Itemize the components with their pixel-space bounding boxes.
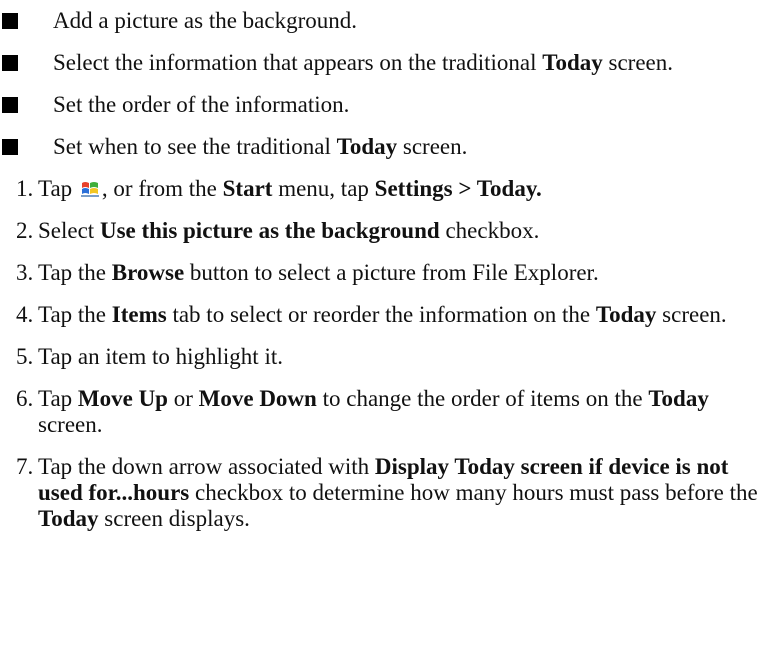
step-item: 5. Tap an item to highlight it. [0,344,775,370]
text-run: , or from the [101,176,223,201]
bullet-item: Set when to see the traditional Today sc… [0,134,775,160]
text-run: checkbox. [439,218,540,243]
bullet-item: Set the order of the information. [0,92,775,118]
bold-text: Today [542,50,603,75]
square-bullet-icon [2,55,18,71]
bold-text: Today [38,506,99,531]
step-text: Tap the Items tab to select or reorder t… [38,302,727,327]
step-number: 7. [16,454,34,479]
bullet-text: Select the information that appears on t… [53,50,673,75]
square-bullet-icon [2,97,18,113]
bullet-item: Add a picture as the background. [0,8,775,34]
text-run: or [167,386,199,411]
step-item: 4. Tap the Items tab to select or reorder… [0,302,775,328]
step-text: Tap Move Up or Move Down to change the o… [38,386,709,437]
text-run: button to select a picture from File Exp… [184,260,599,285]
step-item: 1. Tap , or from the Start menu, tap Sett… [0,176,775,202]
text-run: screen displays. [98,506,250,531]
text-run: Tap the [38,302,112,327]
step-item: 6. Tap Move Up or Move Down to change the… [0,386,775,438]
step-text: Tap , or from the Start menu, tap Settin… [38,176,542,201]
document-body: Add a picture as the background. Select t… [0,0,775,548]
bullet-text: Add a picture as the background. [53,8,357,33]
bold-text: Use this picture as the background [99,218,440,243]
step-text: Select Use this picture as the backgroun… [38,218,539,243]
text-run: Add a picture as the background. [53,8,358,33]
text-run: Set when to see the traditional [53,134,337,159]
text-run: checkbox to determine how many hours mus… [189,480,758,505]
text-run: Tap an item to highlight it. [38,344,283,369]
step-number: 3. [16,260,34,285]
step-number: 2. [16,218,34,243]
bullet-list: Add a picture as the background. Select t… [0,0,775,160]
bullet-item: Select the information that appears on t… [0,50,775,76]
step-number: 4. [16,302,34,327]
step-text: Tap the Browse button to select a pictur… [38,260,599,285]
step-text: Tap an item to highlight it. [38,344,283,369]
text-run: Set the order of the information. [53,92,350,117]
bold-text: Move Down [198,386,317,411]
text-run: Select the information that appears on t… [53,50,543,75]
step-item: 2. Select Use this picture as the backgro… [0,218,775,244]
step-item: 3. Tap the Browse button to select a pict… [0,260,775,286]
text-run: tab to select or reorder the information… [166,302,596,327]
windows-start-icon [80,179,100,199]
bold-text: Settings > Today. [374,176,542,201]
text-run: screen. [397,134,468,159]
bold-text: Move Up [77,386,168,411]
step-number: 6. [16,386,34,411]
step-text: Tap the down arrow associated with Displ… [38,454,758,531]
step-item: 7. Tap the down arrow associated with Dis… [0,454,775,532]
text-run: Tap the [38,260,112,285]
square-bullet-icon [2,139,18,155]
step-list: 1. Tap , or from the Start menu, tap Sett… [0,176,775,532]
bold-text: Start [222,176,273,201]
text-run: Tap the down arrow associated with [38,454,375,479]
square-bullet-icon [2,13,18,29]
text-run: screen. [602,50,674,75]
bold-text: Today [595,302,657,327]
bold-text: Items [111,302,167,327]
text-run: screen. [656,302,727,327]
text-run: screen. [38,412,103,437]
bullet-text: Set the order of the information. [53,92,349,117]
text-run: Tap [38,386,78,411]
bullet-text: Set when to see the traditional Today sc… [53,134,467,159]
text-run: to change the order of items on the [316,386,649,411]
bold-text: Browse [111,260,185,285]
text-run: Tap [38,176,78,201]
text-run: Select [38,218,100,243]
bold-text: Today [648,386,709,411]
text-run: menu, tap [272,176,375,201]
step-number: 1. [16,176,34,201]
bold-text: Today [336,134,398,159]
step-number: 5. [16,344,34,369]
